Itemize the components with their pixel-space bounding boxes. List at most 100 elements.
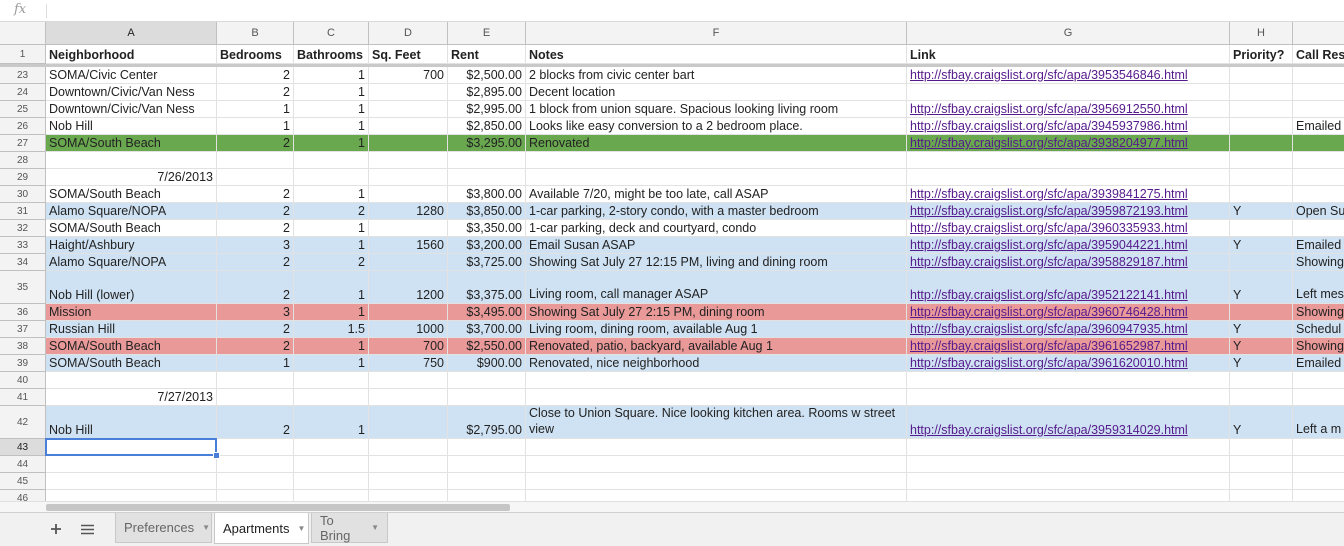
cell-h[interactable] bbox=[1230, 490, 1293, 501]
cell-c[interactable]: 1 bbox=[294, 220, 369, 237]
cell-c[interactable] bbox=[294, 152, 369, 169]
cell-f[interactable] bbox=[526, 439, 907, 456]
cell-b[interactable] bbox=[217, 439, 294, 456]
cell-i[interactable]: Open Su bbox=[1293, 203, 1344, 220]
cell-g[interactable] bbox=[907, 490, 1230, 501]
cell-e[interactable] bbox=[448, 389, 526, 406]
row-number[interactable]: 42 bbox=[0, 406, 46, 439]
column-header-g[interactable]: G bbox=[907, 22, 1230, 45]
cell-a[interactable]: Nob Hill bbox=[46, 406, 217, 439]
cell-i[interactable] bbox=[1293, 152, 1344, 169]
listing-link[interactable]: http://sfbay.craigslist.org/sfc/apa/3960… bbox=[910, 322, 1188, 336]
cell-i[interactable] bbox=[1293, 372, 1344, 389]
cell-e[interactable]: $3,725.00 bbox=[448, 254, 526, 271]
cell-i[interactable] bbox=[1293, 67, 1344, 84]
cell-i[interactable] bbox=[1293, 220, 1344, 237]
column-title[interactable]: Bathrooms bbox=[294, 45, 369, 64]
cell-a[interactable]: Alamo Square/NOPA bbox=[46, 254, 217, 271]
chevron-down-icon[interactable]: ▼ bbox=[371, 523, 379, 532]
cell-b[interactable] bbox=[217, 389, 294, 406]
cell-b[interactable]: 2 bbox=[217, 67, 294, 84]
row-number[interactable]: 26 bbox=[0, 118, 46, 135]
menu-icon[interactable] bbox=[77, 519, 97, 539]
cell-d[interactable] bbox=[369, 406, 448, 439]
cell-h[interactable] bbox=[1230, 304, 1293, 321]
row-number[interactable]: 39 bbox=[0, 355, 46, 372]
cell-c[interactable]: 2 bbox=[294, 203, 369, 220]
cell-g[interactable]: http://sfbay.craigslist.org/sfc/apa/3939… bbox=[907, 186, 1230, 203]
listing-link[interactable]: http://sfbay.craigslist.org/sfc/apa/3959… bbox=[910, 238, 1188, 252]
cell-g[interactable]: http://sfbay.craigslist.org/sfc/apa/3960… bbox=[907, 321, 1230, 338]
listing-link[interactable]: http://sfbay.craigslist.org/sfc/apa/3959… bbox=[910, 204, 1188, 218]
cell-c[interactable]: 1 bbox=[294, 67, 369, 84]
cell-e[interactable] bbox=[448, 169, 526, 186]
cell-i[interactable]: Emailed bbox=[1293, 118, 1344, 135]
cell-e[interactable]: $3,200.00 bbox=[448, 237, 526, 254]
cell-d[interactable]: 1000 bbox=[369, 321, 448, 338]
cell-f[interactable]: Close to Union Square. Nice looking kitc… bbox=[526, 406, 907, 439]
cell-h[interactable] bbox=[1230, 186, 1293, 203]
cell-f[interactable] bbox=[526, 389, 907, 406]
cell-e[interactable] bbox=[448, 372, 526, 389]
chevron-down-icon[interactable]: ▼ bbox=[297, 524, 305, 533]
cell-f[interactable] bbox=[526, 473, 907, 490]
cell-h[interactable] bbox=[1230, 254, 1293, 271]
cell-h[interactable] bbox=[1230, 135, 1293, 152]
cell-g[interactable] bbox=[907, 456, 1230, 473]
column-title[interactable]: Rent bbox=[448, 45, 526, 64]
cell-d[interactable]: 1280 bbox=[369, 203, 448, 220]
column-header-f[interactable]: F bbox=[526, 22, 907, 45]
cell-h[interactable]: Y bbox=[1230, 237, 1293, 254]
cell-d[interactable]: 750 bbox=[369, 355, 448, 372]
cell-a[interactable]: Russian Hill bbox=[46, 321, 217, 338]
cell-i[interactable] bbox=[1293, 186, 1344, 203]
cell-d[interactable] bbox=[369, 186, 448, 203]
cell-c[interactable]: 1 bbox=[294, 237, 369, 254]
cell-a[interactable]: Nob Hill bbox=[46, 118, 217, 135]
cell-d[interactable] bbox=[369, 304, 448, 321]
cell-c[interactable] bbox=[294, 439, 369, 456]
cell-f[interactable] bbox=[526, 456, 907, 473]
cell-i[interactable]: Schedul bbox=[1293, 321, 1344, 338]
column-title[interactable]: Neighborhood bbox=[46, 45, 217, 64]
cell-f[interactable]: Living room, call manager ASAP bbox=[526, 271, 907, 304]
cell-g[interactable] bbox=[907, 169, 1230, 186]
cell-d[interactable] bbox=[369, 490, 448, 501]
cell-c[interactable] bbox=[294, 372, 369, 389]
listing-link[interactable]: http://sfbay.craigslist.org/sfc/apa/3939… bbox=[910, 187, 1188, 201]
tab-apartments[interactable]: Apartments ▼ bbox=[214, 513, 309, 544]
listing-link[interactable]: http://sfbay.craigslist.org/sfc/apa/3961… bbox=[910, 356, 1188, 370]
column-header-h[interactable]: H bbox=[1230, 22, 1293, 45]
cell-a[interactable]: 7/27/2013 bbox=[46, 389, 217, 406]
column-header-i[interactable] bbox=[1293, 22, 1344, 45]
cell-i[interactable] bbox=[1293, 439, 1344, 456]
row-number[interactable]: 27 bbox=[0, 135, 46, 152]
cell-c[interactable] bbox=[294, 490, 369, 501]
cell-e[interactable]: $2,550.00 bbox=[448, 338, 526, 355]
cell-e[interactable]: $3,800.00 bbox=[448, 186, 526, 203]
row-number[interactable]: 46 bbox=[0, 490, 46, 501]
column-header-e[interactable]: E bbox=[448, 22, 526, 45]
cell-g[interactable] bbox=[907, 389, 1230, 406]
cell-g[interactable] bbox=[907, 84, 1230, 101]
cell-b[interactable]: 1 bbox=[217, 118, 294, 135]
cell-a[interactable]: Mission bbox=[46, 304, 217, 321]
cell-e[interactable] bbox=[448, 152, 526, 169]
chevron-down-icon[interactable]: ▼ bbox=[202, 523, 210, 532]
column-header-c[interactable]: C bbox=[294, 22, 369, 45]
cell-a[interactable]: SOMA/South Beach bbox=[46, 220, 217, 237]
cell-h[interactable]: Y bbox=[1230, 203, 1293, 220]
cell-c[interactable] bbox=[294, 389, 369, 406]
cell-a[interactable]: SOMA/South Beach bbox=[46, 135, 217, 152]
cell-c[interactable]: 1 bbox=[294, 101, 369, 118]
cell-g[interactable]: http://sfbay.craigslist.org/sfc/apa/3959… bbox=[907, 203, 1230, 220]
cell-g[interactable]: http://sfbay.craigslist.org/sfc/apa/3956… bbox=[907, 101, 1230, 118]
cell-f[interactable] bbox=[526, 152, 907, 169]
cell-b[interactable] bbox=[217, 490, 294, 501]
cell-c[interactable]: 1 bbox=[294, 135, 369, 152]
cell-a[interactable] bbox=[46, 456, 217, 473]
row-number[interactable]: 28 bbox=[0, 152, 46, 169]
cell-f[interactable]: Looks like easy conversion to a 2 bedroo… bbox=[526, 118, 907, 135]
cell-i[interactable]: Emailed bbox=[1293, 237, 1344, 254]
cell-i[interactable] bbox=[1293, 101, 1344, 118]
